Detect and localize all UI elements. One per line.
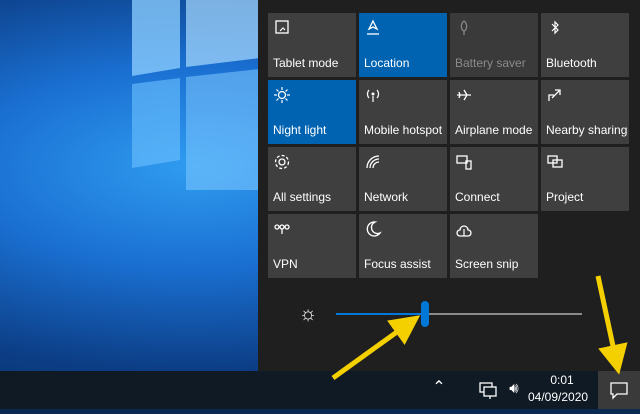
quick-action-label: Mobile hotspot xyxy=(364,123,443,137)
quick-action-tablet-mode[interactable]: Tablet mode xyxy=(268,13,356,77)
quick-action-night-light[interactable]: Night light xyxy=(268,80,356,144)
quick-action-label: Battery saver xyxy=(455,56,526,70)
taskbar: ⌃ 🔊︎ 0:01 04/09/2020 xyxy=(0,371,640,409)
show-hidden-icons-chevron-icon[interactable]: ⌃ xyxy=(430,379,448,397)
quick-action-project[interactable]: Project xyxy=(541,147,629,211)
quick-action-label: Airplane mode xyxy=(455,123,533,137)
quick-action-network[interactable]: Network xyxy=(359,147,447,211)
network-status-icon[interactable] xyxy=(478,381,498,399)
night-light-icon xyxy=(273,86,291,104)
quick-action-label: Focus assist xyxy=(364,257,431,271)
windows-logo xyxy=(132,0,260,190)
brightness-slider[interactable]: ☼ xyxy=(296,300,586,328)
quick-action-vpn[interactable]: VPN xyxy=(268,214,356,278)
brightness-icon: ☼ xyxy=(298,303,318,325)
quick-action-screen-snip[interactable]: Screen snip xyxy=(450,214,538,278)
battery-saver-icon xyxy=(455,19,473,37)
quick-action-nearby-sharing[interactable]: Nearby sharing xyxy=(541,80,629,144)
quick-action-label: Nearby sharing xyxy=(546,123,628,137)
brightness-track[interactable] xyxy=(336,301,582,327)
quick-action-battery-saver[interactable]: Battery saver xyxy=(450,13,538,77)
quick-action-label: Connect xyxy=(455,190,500,204)
settings-icon xyxy=(273,153,291,171)
quick-action-label: Project xyxy=(546,190,584,204)
quick-action-label: Location xyxy=(364,56,410,70)
quick-action-label: All settings xyxy=(273,190,332,204)
quick-action-label: VPN xyxy=(273,257,298,271)
quick-action-label: Night light xyxy=(273,123,327,137)
quick-action-label: Tablet mode xyxy=(273,56,339,70)
project-icon xyxy=(546,153,564,171)
quick-action-mobile-hotspot[interactable]: Mobile hotspot xyxy=(359,80,447,144)
quick-action-label: Bluetooth xyxy=(546,56,597,70)
clock-date[interactable]: 04/09/2020 xyxy=(528,389,588,405)
quick-action-location[interactable]: Location xyxy=(359,13,447,77)
volume-icon[interactable]: 🔊︎ xyxy=(503,379,525,399)
quick-action-connect[interactable]: Connect xyxy=(450,147,538,211)
quick-action-bluetooth[interactable]: Bluetooth xyxy=(541,13,629,77)
connect-icon xyxy=(455,153,473,171)
notification-icon xyxy=(610,382,628,400)
nearby-sharing-icon xyxy=(546,86,564,104)
vpn-icon xyxy=(273,220,291,238)
screen-snip-icon xyxy=(455,220,473,238)
action-center-button[interactable] xyxy=(598,371,640,409)
focus-assist-icon xyxy=(364,220,382,238)
brightness-thumb[interactable] xyxy=(420,301,429,327)
quick-action-airplane-mode[interactable]: Airplane mode xyxy=(450,80,538,144)
brightness-fill xyxy=(336,313,425,315)
quick-action-focus-assist[interactable]: Focus assist xyxy=(359,214,447,278)
quick-action-label: Screen snip xyxy=(455,257,519,271)
airplane-mode-icon xyxy=(455,86,473,104)
bluetooth-icon xyxy=(546,19,564,37)
location-icon xyxy=(364,19,382,37)
clock-time[interactable]: 0:01 xyxy=(540,373,584,388)
network-icon xyxy=(364,153,382,171)
mobile-hotspot-icon xyxy=(364,86,382,104)
tablet-mode-icon xyxy=(273,19,291,37)
quick-action-label: Network xyxy=(364,190,409,204)
quick-action-all-settings[interactable]: All settings xyxy=(268,147,356,211)
